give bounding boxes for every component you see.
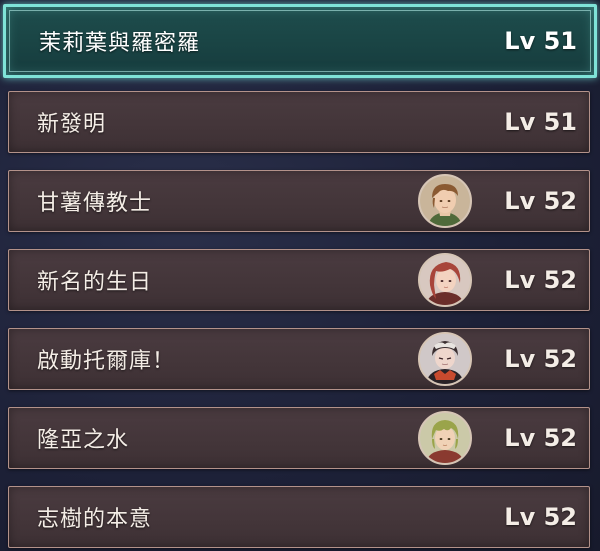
quest-list: 茉莉葉與羅密羅 Lv 51 新發明 Lv 51 甘薯傳教士 Lv 52 新名的生… <box>0 0 600 551</box>
quest-item-3[interactable]: 甘薯傳教士 Lv 52 <box>8 170 590 232</box>
quest-level: Lv 52 <box>504 345 577 373</box>
quest-title: 啟動托爾庫！ <box>37 349 176 374</box>
quest-title: 志樹的本意 <box>37 507 153 532</box>
quest-level: Lv 52 <box>504 424 577 452</box>
quest-title: 茉莉葉與羅密羅 <box>39 31 201 56</box>
quest-title: 新名的生日 <box>37 270 153 295</box>
quest-title: 新發明 <box>37 112 107 137</box>
quest-level: Lv 52 <box>504 266 577 294</box>
quest-item-7[interactable]: 志樹的本意 Lv 52 <box>8 486 590 548</box>
quest-item-4[interactable]: 新名的生日 Lv 52 <box>8 249 590 311</box>
quest-item-1[interactable]: 茉莉葉與羅密羅 Lv 51 <box>3 4 597 78</box>
quest-level: Lv 52 <box>504 187 577 215</box>
green-haired-youth-portrait-icon <box>418 411 472 465</box>
quest-level: Lv 52 <box>504 503 577 531</box>
quest-item-5[interactable]: 啟動托爾庫！ Lv 52 <box>8 328 590 390</box>
quest-title: 甘薯傳教士 <box>37 191 153 216</box>
quest-title: 隆亞之水 <box>37 428 130 453</box>
dark-haired-man-portrait-icon <box>418 332 472 386</box>
quest-item-6[interactable]: 隆亞之水 Lv 52 <box>8 407 590 469</box>
quest-level: Lv 51 <box>504 108 577 136</box>
quest-level: Lv 51 <box>504 27 577 55</box>
quest-item-2[interactable]: 新發明 Lv 51 <box>8 91 590 153</box>
brown-haired-man-portrait-icon <box>418 174 472 228</box>
red-haired-woman-portrait-icon <box>418 253 472 307</box>
